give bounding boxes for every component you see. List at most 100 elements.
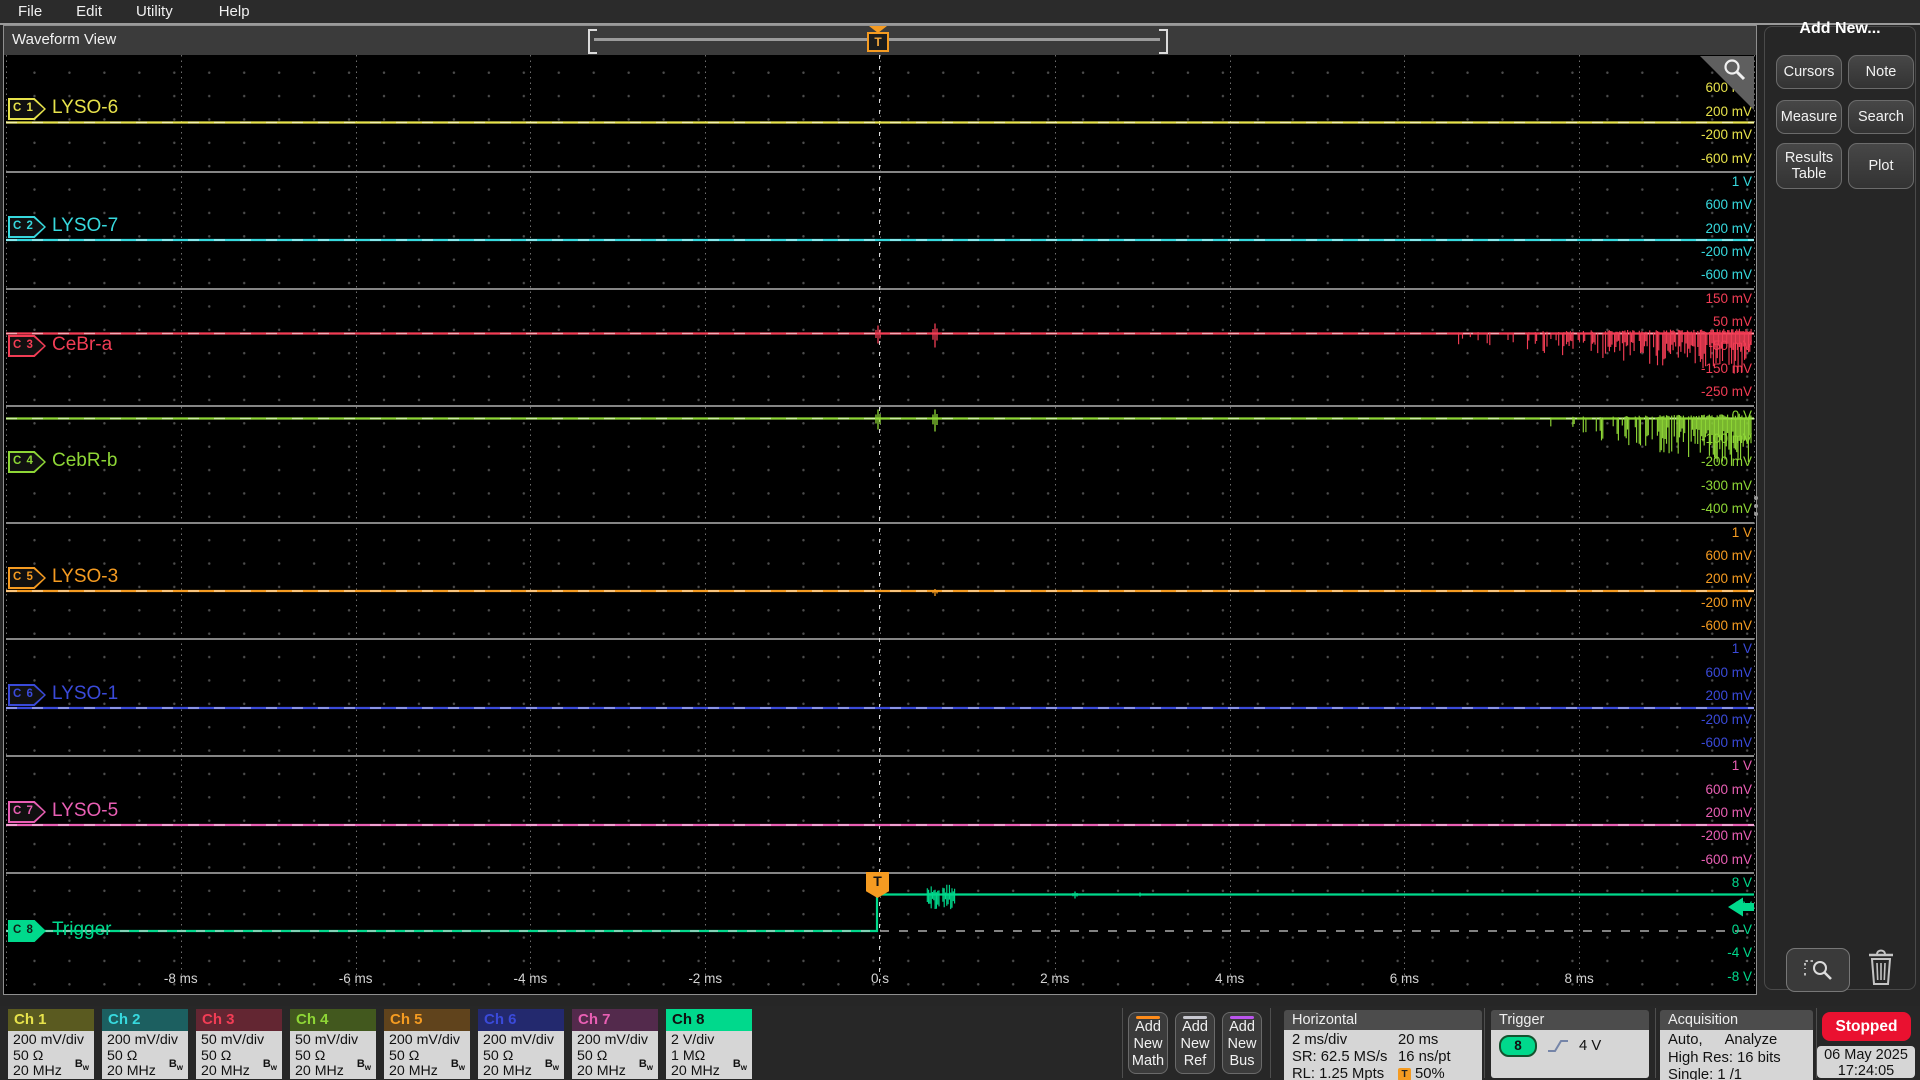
channel-badge-label: C 7	[13, 805, 34, 817]
channel-badge-2[interactable]: C 2	[8, 216, 46, 238]
channel-badge-4[interactable]: C 4	[8, 451, 46, 473]
bottom-channel-label: Ch 6	[478, 1009, 564, 1031]
add-new-results-table-button[interactable]: Results Table	[1776, 143, 1842, 189]
scale-label: -600 mV	[1700, 267, 1752, 283]
bottom-channel-label: Ch 5	[384, 1009, 470, 1031]
scale-label: 600 mV	[1705, 547, 1752, 563]
add-new-note-button[interactable]: Note	[1848, 55, 1914, 89]
channel-scale: 200 mV/div	[13, 1032, 84, 1048]
overview-left-bracket[interactable]	[588, 29, 597, 54]
horizontal-panel[interactable]: Horizontal 2 ms/div 20 ms SR: 62.5 MS/s 16…	[1284, 1010, 1482, 1080]
scale-label: -100 mV	[1700, 431, 1752, 446]
add-new-measure-button[interactable]: Measure	[1776, 100, 1842, 134]
panel-drag-handle[interactable]	[1754, 496, 1758, 516]
add-new-math-button[interactable]: Add New Math	[1128, 1012, 1168, 1074]
horizontal-sample-rate: SR: 62.5 MS/s	[1292, 1049, 1388, 1065]
trigger-panel[interactable]: Trigger 8 4 V	[1491, 1010, 1649, 1078]
waveform-tab-label[interactable]: Waveform View	[12, 31, 116, 48]
channel-badge-label: C 8	[13, 924, 34, 936]
add-new-title: Add New...	[1799, 20, 1881, 37]
bottom-channel-badge-1[interactable]: Ch 1 200 mV/div 50 Ω 20 MHz Bw	[8, 1009, 94, 1079]
channel-badge-1[interactable]: C 1	[8, 98, 46, 120]
channel-label-lyso-3[interactable]: LYSO-3	[52, 566, 118, 588]
trigger-position-marker-icon[interactable]: T	[867, 32, 889, 52]
zoom-box-icon	[1804, 960, 1832, 980]
zoom-magnifier-icon	[1724, 59, 1746, 81]
scale-label: -200 mV	[1700, 828, 1752, 844]
time-axis-label: -4 ms	[513, 971, 548, 986]
grid-slice-boundary	[6, 170, 1754, 173]
zoom-mode-button[interactable]	[1786, 948, 1850, 992]
channel-badge-label: C 1	[13, 102, 34, 114]
time-axis-label: 8 ms	[1564, 971, 1594, 986]
bottom-bar-separator	[1484, 1008, 1485, 1078]
time-text: 17:24:05	[1837, 1063, 1895, 1079]
scale-label: -4 V	[1727, 945, 1752, 961]
scale-label: 1 V	[1731, 758, 1752, 774]
scale-label: -150 mV	[1700, 360, 1752, 376]
rising-edge-icon	[1548, 1040, 1568, 1052]
scale-label: 200 mV	[1705, 220, 1752, 236]
scale-label: -8 V	[1727, 968, 1752, 984]
grid-vertical-division	[1754, 55, 1755, 990]
channel-label-lyso-5[interactable]: LYSO-5	[52, 800, 118, 822]
bandwidth-limit-icon: Bw	[450, 1058, 465, 1073]
channel-badge-7[interactable]: C 7	[8, 801, 46, 823]
grid-slice-boundary	[6, 638, 1754, 641]
bottom-channel-badge-5[interactable]: Ch 5 200 mV/div 50 Ω 20 MHz Bw	[384, 1009, 470, 1079]
bottom-channel-badge-2[interactable]: Ch 2 200 mV/div 50 Ω 20 MHz Bw	[102, 1009, 188, 1079]
time-axis-label: -6 ms	[338, 971, 373, 986]
overview-right-bracket[interactable]	[1159, 29, 1168, 54]
menu-utility[interactable]: Utility	[136, 3, 173, 20]
menu-help[interactable]: Help	[219, 3, 250, 20]
horizontal-panel-title: Horizontal	[1284, 1010, 1482, 1030]
scale-label: 600 mV	[1705, 781, 1752, 797]
channel-badge-3[interactable]: C 3	[8, 335, 46, 357]
channel-label-lyso-7[interactable]: LYSO-7	[52, 215, 118, 237]
time-axis-label: 2 ms	[1040, 971, 1070, 986]
add-new-plot-button[interactable]: Plot	[1848, 143, 1914, 189]
bottom-channel-badge-3[interactable]: Ch 3 50 mV/div 50 Ω 20 MHz Bw	[196, 1009, 282, 1079]
channel-label-lyso-1[interactable]: LYSO-1	[52, 683, 118, 705]
add-new-bus-button[interactable]: Add New Bus	[1222, 1012, 1262, 1074]
channel-badge-8[interactable]: C 8	[8, 920, 46, 942]
acquisition-analyze: Analyze	[1724, 1032, 1778, 1048]
bottom-channel-badge-8[interactable]: Ch 82 V/div 1 MΩ 20 MHz Bw	[666, 1009, 752, 1079]
channel-scale: 200 mV/div	[389, 1032, 460, 1048]
scale-label: -600 mV	[1700, 734, 1752, 750]
trigger-source-badge: 8	[1499, 1035, 1537, 1057]
scale-label: 8 V	[1731, 875, 1752, 891]
scale-label: -200 mV	[1700, 711, 1752, 727]
bandwidth-limit-icon: Bw	[262, 1058, 277, 1073]
scale-label: -600 mV	[1700, 618, 1752, 633]
bottom-channel-badge-7[interactable]: Ch 7 200 mV/div 50 Ω 20 MHz Bw	[572, 1009, 658, 1079]
scale-label: -300 mV	[1700, 477, 1752, 493]
scale-label: 1 V	[1731, 524, 1752, 540]
channel-label-trigger[interactable]: Trigger	[52, 919, 111, 941]
channel-badge-label: C 4	[13, 455, 34, 467]
time-axis-label: 4 ms	[1214, 971, 1245, 986]
bottom-channel-badge-6[interactable]: Ch 6 200 mV/div 50 Ω 20 MHz Bw	[478, 1009, 564, 1079]
bottom-bar-separator	[1655, 1008, 1656, 1078]
grid-slice-boundary	[6, 404, 1754, 407]
bottom-channel-label: Ch 4	[290, 1009, 376, 1031]
grid-slice-boundary	[6, 287, 1754, 290]
horizontal-trigger-position: 50%	[1415, 1066, 1445, 1080]
scale-label: -600 mV	[1700, 150, 1752, 166]
channel-badge-6[interactable]: C 6	[8, 684, 46, 706]
channel-label-cebr-b[interactable]: CebR-b	[52, 450, 117, 472]
acquisition-panel[interactable]: Acquisition Auto, Analyze High Res: 16 bi…	[1660, 1010, 1813, 1080]
add-new-ref-button[interactable]: Add New Ref	[1175, 1012, 1215, 1074]
channel-badge-label: C 2	[13, 220, 34, 232]
channel-label-lyso-6[interactable]: LYSO-6	[52, 97, 118, 119]
channel-badge-5[interactable]: C 5	[8, 567, 46, 589]
add-new-cursors-button[interactable]: Cursors	[1776, 55, 1842, 89]
horizontal-span: 20 ms	[1398, 1032, 1439, 1048]
channel-label-cebr-a[interactable]: CeBr-a	[52, 334, 112, 356]
trash-icon[interactable]	[1864, 948, 1898, 988]
menu-file[interactable]: File	[18, 3, 42, 20]
menu-edit[interactable]: Edit	[76, 3, 102, 20]
add-new-search-button[interactable]: Search	[1848, 100, 1914, 134]
bottom-channel-badge-4[interactable]: Ch 4 50 mV/div 50 Ω 20 MHz Bw	[290, 1009, 376, 1079]
run-stop-status-button[interactable]: Stopped	[1822, 1012, 1911, 1041]
